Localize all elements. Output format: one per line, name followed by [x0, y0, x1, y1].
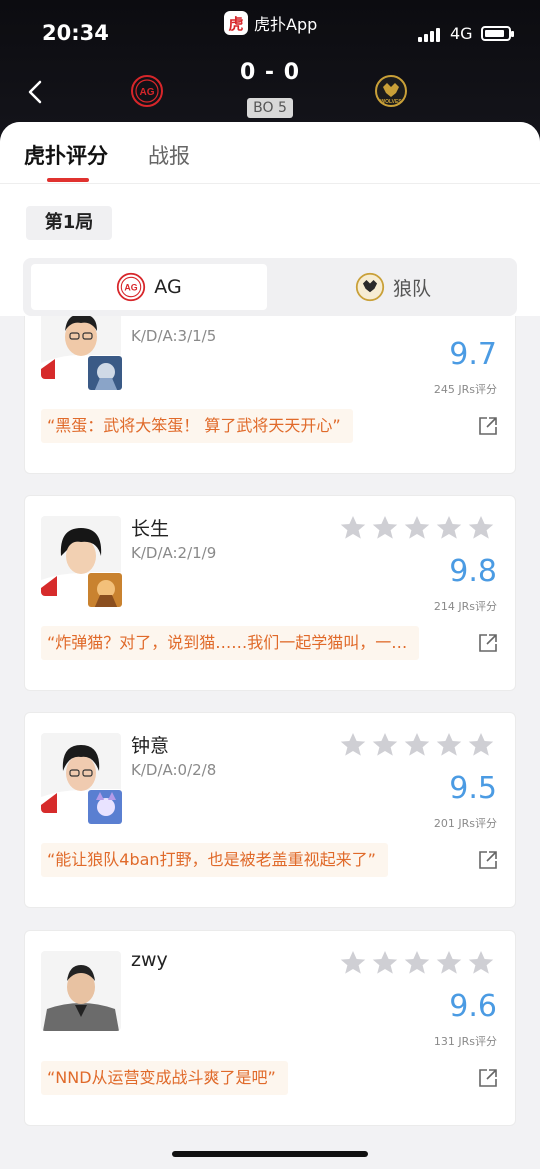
- rating-star-icon[interactable]: [435, 949, 463, 977]
- cell-signal-icon: [418, 28, 440, 42]
- rating-star-icon[interactable]: [371, 949, 399, 977]
- ag-team-logo-icon[interactable]: AG: [130, 74, 164, 108]
- rating-star-icon[interactable]: [403, 514, 431, 542]
- ag-team-logo-icon: AG: [117, 272, 146, 302]
- rating-star-icon[interactable]: [467, 731, 495, 759]
- rating-stars[interactable]: [339, 949, 495, 977]
- player-kda: K/D/A:2/1/9: [131, 544, 217, 562]
- svg-text:AG: AG: [140, 87, 155, 98]
- player-card[interactable]: zwy 9.6 131 JRs评分 “NND从运营变成战斗爽了是吧”: [24, 930, 516, 1126]
- rating-star-icon[interactable]: [339, 514, 367, 542]
- player-vote-count: 131 JRs评分: [433, 1035, 497, 1048]
- game-badge[interactable]: 第1局: [26, 206, 112, 240]
- battery-icon: [481, 26, 514, 41]
- rating-star-icon[interactable]: [339, 731, 367, 759]
- player-vote-count: 245 JRs评分: [433, 383, 497, 396]
- player-name: zwy: [131, 949, 168, 971]
- player-rating-score: 9.8: [449, 554, 497, 589]
- player-vote-count: 201 JRs评分: [433, 817, 497, 830]
- hupu-logo-icon: 虎: [224, 11, 248, 35]
- player-rating-score: 9.6: [449, 989, 497, 1024]
- rating-star-icon[interactable]: [435, 514, 463, 542]
- wolves-team-logo-icon[interactable]: WOLVES: [374, 74, 408, 108]
- player-rating-list[interactable]: K/D/A:3/1/5 9.7 245 JRs评分 “黑蛋：武将大笨蛋！ 算了武…: [0, 316, 540, 1169]
- hero-portrait: [87, 789, 123, 825]
- player-name: 钟意: [131, 735, 170, 757]
- tab-battle-report[interactable]: 战报: [148, 140, 190, 170]
- player-kda: K/D/A:3/1/5: [131, 327, 217, 345]
- team-option-label: AG: [154, 276, 182, 298]
- app-switch-pill[interactable]: 虎 虎扑App: [224, 11, 317, 35]
- app-name: 虎扑App: [254, 15, 318, 34]
- svg-text:AG: AG: [125, 283, 138, 293]
- rating-stars[interactable]: [339, 731, 495, 759]
- player-rating-score: 9.7: [449, 337, 497, 372]
- top-comment[interactable]: “黑蛋：武将大笨蛋！ 算了武将天天开心”: [41, 409, 353, 443]
- share-icon[interactable]: [479, 851, 497, 869]
- hero-portrait: [87, 355, 123, 391]
- top-comment[interactable]: “NND从运营变成战斗爽了是吧”: [41, 1061, 288, 1095]
- content-sheet: 虎扑评分 战报 第1局 AG AG 狼队 K/D/A:3/1/5 9.7 245…: [0, 122, 540, 1169]
- player-card[interactable]: K/D/A:3/1/5 9.7 245 JRs评分 “黑蛋：武将大笨蛋！ 算了武…: [24, 316, 516, 474]
- top-comment[interactable]: “炸弹猫？对了，说到猫……我们一起学猫叫，一…: [41, 626, 420, 660]
- top-comment[interactable]: “能让狼队4ban打野，也是被老盖重视起来了”: [41, 843, 388, 877]
- share-icon[interactable]: [479, 634, 497, 652]
- player-kda: K/D/A:0/2/8: [131, 761, 217, 779]
- player-card[interactable]: 长生 K/D/A:2/1/9 9.8 214 JRs评分 “炸弹猫？对了，说到猫……我们…: [24, 495, 516, 691]
- team-switcher: AG AG 狼队: [23, 258, 517, 316]
- share-icon[interactable]: [479, 1069, 497, 1087]
- home-indicator: [172, 1151, 368, 1157]
- player-avatar: [41, 951, 121, 1031]
- hero-portrait: [87, 572, 123, 608]
- status-time: 20:34: [42, 21, 109, 45]
- network-type: 4G: [450, 24, 473, 43]
- team-option-ag[interactable]: AG AG: [31, 264, 267, 310]
- rating-star-icon[interactable]: [339, 949, 367, 977]
- team-option-label: 狼队: [392, 277, 431, 300]
- rating-star-icon[interactable]: [467, 514, 495, 542]
- rating-star-icon[interactable]: [371, 514, 399, 542]
- svg-text:WOLVES: WOLVES: [380, 99, 402, 105]
- battery-level: [485, 30, 504, 37]
- player-vote-count: 214 JRs评分: [433, 600, 497, 613]
- rating-star-icon[interactable]: [467, 949, 495, 977]
- wolves-team-logo-icon: [355, 272, 385, 302]
- player-rating-score: 9.5: [449, 771, 497, 806]
- tab-bar: 虎扑评分 战报: [0, 122, 540, 184]
- team-option-wolves[interactable]: 狼队: [275, 264, 511, 310]
- match-format-badge: BO 5: [247, 98, 293, 118]
- match-score: 0 - 0: [239, 60, 301, 85]
- player-name: 长生: [131, 518, 170, 540]
- tab-hupu-rating[interactable]: 虎扑评分: [24, 140, 108, 170]
- back-arrow-icon[interactable]: [24, 78, 48, 106]
- share-icon[interactable]: [479, 417, 497, 435]
- player-card[interactable]: 钟意 K/D/A:0/2/8 9.5 201 JRs评分 “能让狼队4ban打野，也是被…: [24, 712, 516, 908]
- rating-star-icon[interactable]: [403, 731, 431, 759]
- rating-star-icon[interactable]: [371, 731, 399, 759]
- rating-stars[interactable]: [339, 514, 495, 542]
- rating-star-icon[interactable]: [435, 731, 463, 759]
- active-tab-indicator: [47, 178, 89, 182]
- game-selector-section: 第1局 AG AG 狼队: [0, 184, 540, 316]
- rating-star-icon[interactable]: [403, 949, 431, 977]
